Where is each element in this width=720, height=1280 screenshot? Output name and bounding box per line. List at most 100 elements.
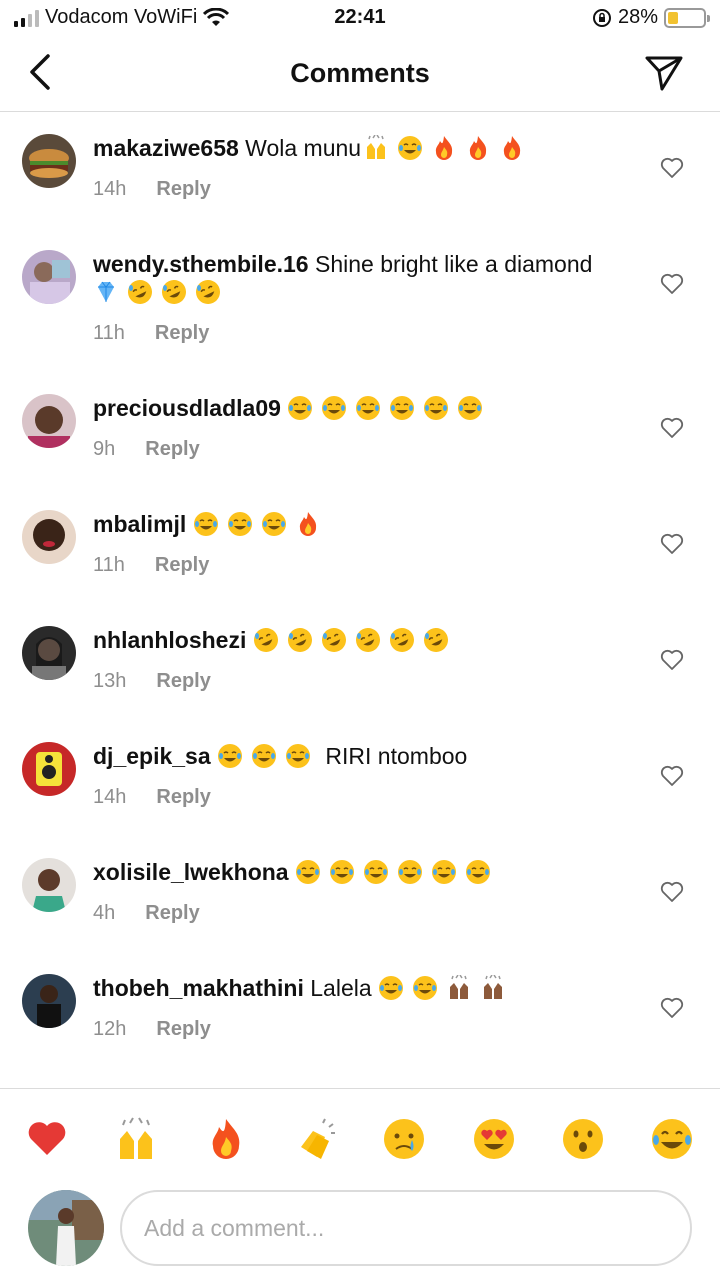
raising-hands-emoji [484, 975, 503, 999]
reply-button[interactable]: Reply [145, 438, 199, 461]
comment-item: wendy.sthembile.16 Shine bright like a d… [0, 228, 720, 372]
joy-emoji [193, 512, 218, 536]
comment-username[interactable]: thobeh_makhathini [93, 975, 304, 1001]
joy-emoji [288, 396, 313, 420]
comment-meta: 13h Reply [93, 670, 211, 693]
comment-meta: 11h Reply [93, 322, 209, 345]
current-user-avatar[interactable] [28, 1190, 104, 1266]
comment-username[interactable]: wendy.sthembile.16 [93, 251, 309, 277]
like-heart-icon[interactable] [660, 273, 684, 295]
reply-button[interactable]: Reply [156, 1018, 210, 1041]
like-heart-icon[interactable] [660, 157, 684, 179]
rofl-emoji [162, 280, 186, 304]
fire-reaction-icon[interactable] [204, 1117, 248, 1161]
comment-time: 11h [93, 554, 125, 576]
joy-emoji [286, 744, 311, 768]
reply-button[interactable]: Reply [145, 902, 199, 925]
joy-emoji [329, 860, 354, 884]
avatar[interactable] [22, 510, 76, 564]
comment-item: xolisile_lwekhona 4h Reply [0, 836, 720, 952]
rofl-emoji [321, 628, 346, 652]
heart-eyes-reaction-icon[interactable] [472, 1117, 516, 1161]
status-bar: Vodacom VoWiFi 22:41 28% [0, 0, 720, 36]
reply-button[interactable]: Reply [156, 786, 210, 809]
fire-emoji [503, 136, 521, 160]
comment-text: mbalimjl [93, 510, 630, 538]
crying-face-reaction-icon[interactable] [382, 1117, 426, 1161]
avatar[interactable] [22, 858, 76, 912]
comment-text: nhlanhloshezi [93, 626, 630, 654]
gem-emoji [98, 281, 114, 302]
comment-username[interactable]: dj_epik_sa [93, 743, 211, 769]
comment-meta: 11h Reply [93, 554, 209, 577]
comment-text: dj_epik_sa RIRI ntomboo [93, 742, 630, 770]
comment-username[interactable]: xolisile_lwekhona [93, 859, 289, 885]
comment-text: wendy.sthembile.16 Shine bright like a d… [93, 250, 630, 306]
like-heart-icon[interactable] [660, 881, 684, 903]
like-heart-icon[interactable] [660, 417, 684, 439]
comment-time: 14h [93, 178, 127, 200]
battery-fill [668, 11, 678, 24]
comment-message: RIRI ntomboo [325, 743, 468, 769]
comment-input[interactable] [120, 1190, 692, 1266]
joy-reaction-icon[interactable] [650, 1117, 694, 1161]
rofl-emoji [128, 280, 152, 304]
joy-emoji [363, 860, 388, 884]
avatar[interactable] [22, 974, 76, 1028]
comment-message: Shine bright like a diamond [314, 251, 593, 277]
comment-item: nhlanhloshezi 13h Reply [0, 604, 720, 720]
send-icon[interactable] [644, 54, 684, 92]
status-right: 28% [592, 6, 710, 29]
reply-button[interactable]: Reply [156, 670, 210, 693]
comment-time: 9h [93, 438, 116, 460]
joy-emoji [261, 512, 286, 536]
comment-item: dj_epik_sa RIRI ntomboo 14h Reply [0, 720, 720, 836]
comment-text: xolisile_lwekhona [93, 858, 630, 886]
joy-emoji [465, 860, 490, 884]
joy-emoji [431, 860, 456, 884]
raising-hands-reaction-icon[interactable] [114, 1117, 158, 1161]
page-title: Comments [290, 58, 430, 88]
rofl-emoji [355, 628, 380, 652]
surprised-face-reaction-icon[interactable] [561, 1117, 605, 1161]
comment-time: 14h [93, 786, 127, 808]
rofl-emoji [423, 628, 448, 652]
joy-emoji [398, 136, 423, 160]
reply-button[interactable]: Reply [155, 554, 209, 577]
fire-emoji [299, 512, 316, 536]
joy-emoji [397, 860, 422, 884]
clapping-hands-reaction-icon[interactable] [293, 1117, 337, 1161]
comment-username[interactable]: mbalimjl [93, 511, 186, 537]
comment-meta: 14h Reply [93, 178, 211, 201]
comment-item: makaziwe658 Wola munu 14h Reply [0, 112, 720, 228]
comments-list: makaziwe658 Wola munu 14h Reply wendy.st… [0, 112, 720, 1068]
comment-meta: 9h Reply [93, 438, 200, 461]
avatar[interactable] [22, 394, 76, 448]
comment-meta: 14h Reply [93, 786, 211, 809]
like-heart-icon[interactable] [660, 649, 684, 671]
like-heart-icon[interactable] [660, 765, 684, 787]
avatar[interactable] [22, 250, 76, 304]
joy-emoji [252, 744, 277, 768]
rofl-emoji [389, 628, 414, 652]
joy-emoji [424, 396, 449, 420]
avatar[interactable] [22, 742, 76, 796]
comment-message: Lalela [310, 975, 372, 1001]
like-heart-icon[interactable] [660, 997, 684, 1019]
comment-time: 13h [93, 670, 127, 692]
joy-emoji [379, 976, 404, 1000]
comment-username[interactable]: preciousdladla09 [93, 395, 281, 421]
avatar[interactable] [22, 626, 76, 680]
header: Comments [0, 36, 720, 112]
reply-button[interactable]: Reply [156, 178, 210, 201]
reply-button[interactable]: Reply [155, 322, 209, 345]
avatar[interactable] [22, 134, 76, 188]
comment-composer [0, 1184, 720, 1280]
like-heart-icon[interactable] [660, 533, 684, 555]
comment-username[interactable]: makaziwe658 [93, 135, 239, 161]
comment-time: 11h [93, 322, 125, 344]
heart-reaction-icon[interactable] [25, 1117, 69, 1161]
comment-username[interactable]: nhlanhloshezi [93, 627, 246, 653]
comment-text: thobeh_makhathini Lalela [93, 974, 630, 1002]
comment-item: mbalimjl 11h Reply [0, 488, 720, 604]
